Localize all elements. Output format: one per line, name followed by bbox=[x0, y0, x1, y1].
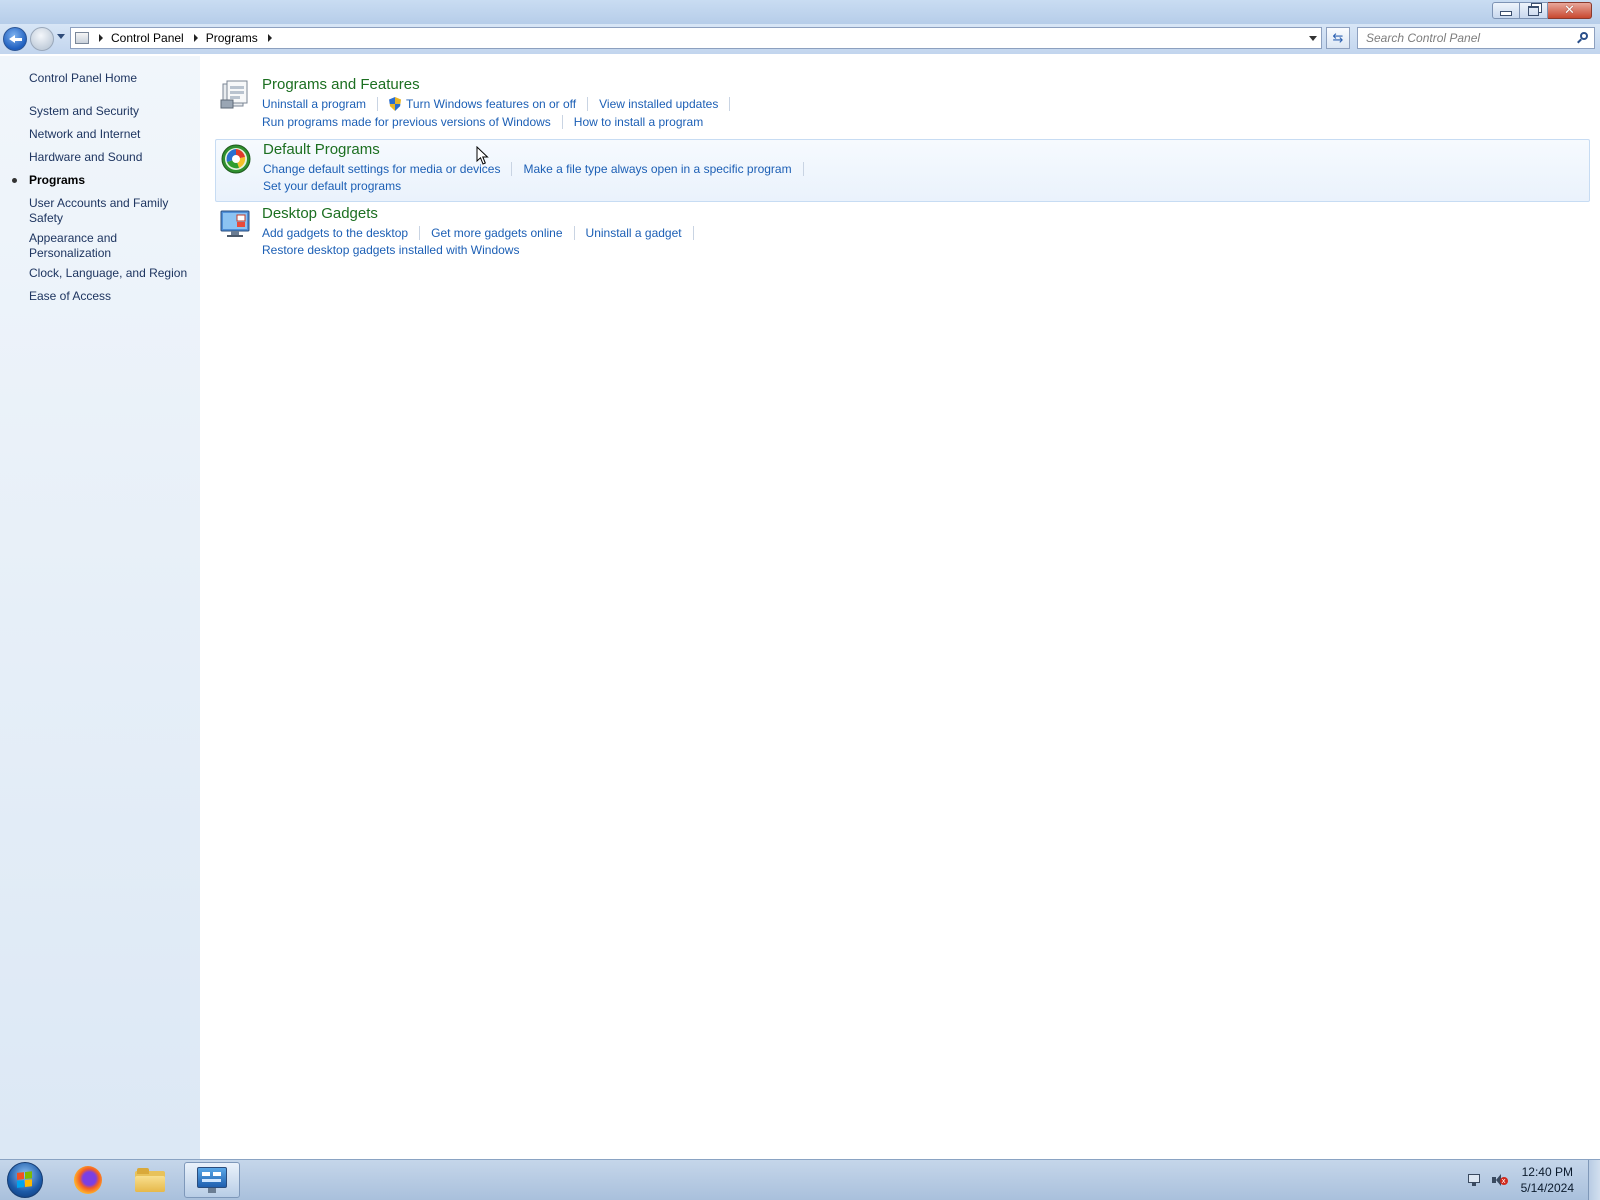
link-row: Uninstall a program Turn Windows feature… bbox=[262, 97, 741, 111]
sidebar-item-control-panel-home[interactable]: Control Panel Home bbox=[29, 71, 194, 86]
link-row: Restore desktop gadgets installed with W… bbox=[262, 243, 519, 257]
add-gadgets-link[interactable]: Add gadgets to the desktop bbox=[262, 226, 408, 240]
uninstall-gadget-link[interactable]: Uninstall a gadget bbox=[586, 226, 682, 240]
navigation-bar: Control Panel Programs ⇆ bbox=[0, 24, 1600, 54]
link-separator bbox=[692, 226, 694, 240]
control-panel-icon bbox=[197, 1167, 227, 1193]
taskbar-file-explorer[interactable] bbox=[122, 1162, 178, 1198]
title-bar: ✕ bbox=[0, 0, 1600, 24]
control-panel-icon bbox=[75, 32, 89, 44]
sidebar-item-user-accounts[interactable]: User Accounts and Family Safety bbox=[29, 196, 169, 226]
close-icon: ✕ bbox=[1564, 3, 1575, 18]
search-input[interactable] bbox=[1364, 30, 1573, 46]
back-button[interactable] bbox=[3, 27, 27, 51]
category-title-programs-features[interactable]: Programs and Features bbox=[262, 76, 420, 93]
category-desktop-gadgets: Desktop Gadgets Add gadgets to the deskt… bbox=[215, 203, 1590, 265]
close-button[interactable]: ✕ bbox=[1548, 2, 1592, 19]
start-button[interactable] bbox=[7, 1162, 43, 1198]
change-default-media-link[interactable]: Change default settings for media or dev… bbox=[263, 162, 500, 176]
volume-muted-icon[interactable]: x bbox=[1491, 1172, 1508, 1188]
file-type-association-link[interactable]: Make a file type always open in a specif… bbox=[523, 162, 791, 176]
main-content: Programs and Features Uninstall a progra… bbox=[200, 56, 1600, 1159]
taskbar: x 12:40 PM 5/14/2024 bbox=[0, 1159, 1600, 1200]
link-separator bbox=[419, 226, 421, 240]
clock[interactable]: 12:40 PM 5/14/2024 bbox=[1521, 1164, 1574, 1196]
search-icon[interactable] bbox=[1580, 32, 1588, 40]
mouse-pointer-icon bbox=[476, 146, 489, 165]
category-title-desktop-gadgets[interactable]: Desktop Gadgets bbox=[262, 205, 378, 222]
category-programs-features: Programs and Features Uninstall a progra… bbox=[215, 74, 1590, 136]
clock-date: 5/14/2024 bbox=[1520, 1181, 1574, 1195]
forward-button[interactable] bbox=[30, 27, 54, 51]
link-separator bbox=[573, 226, 575, 240]
windows-logo-icon bbox=[17, 1171, 33, 1189]
link-row: Run programs made for previous versions … bbox=[262, 115, 703, 129]
refresh-button[interactable]: ⇆ bbox=[1326, 27, 1350, 49]
show-desktop-button[interactable] bbox=[1588, 1160, 1600, 1200]
compatibility-link[interactable]: Run programs made for previous versions … bbox=[262, 115, 551, 129]
restore-icon bbox=[1528, 5, 1539, 16]
breadcrumb-control-panel[interactable]: Control Panel bbox=[111, 31, 184, 45]
left-pane: Control Panel Home System and Security N… bbox=[0, 56, 200, 1159]
sidebar-item-clock-language-region[interactable]: Clock, Language, and Region bbox=[29, 266, 194, 281]
sidebar-item-network-internet[interactable]: Network and Internet bbox=[29, 127, 194, 142]
firefox-icon bbox=[74, 1166, 102, 1194]
default-programs-icon bbox=[221, 144, 251, 174]
link-separator bbox=[377, 97, 379, 111]
sidebar-item-ease-of-access[interactable]: Ease of Access bbox=[29, 289, 194, 304]
sidebar-item-hardware-sound[interactable]: Hardware and Sound bbox=[29, 150, 194, 165]
address-bar[interactable]: Control Panel Programs bbox=[70, 27, 1322, 49]
system-tray: x 12:40 PM 5/14/2024 bbox=[1467, 1160, 1600, 1200]
how-to-install-link[interactable]: How to install a program bbox=[574, 115, 703, 129]
category-default-programs: Default Programs Change default settings… bbox=[215, 139, 1590, 202]
more-gadgets-online-link[interactable]: Get more gadgets online bbox=[431, 226, 562, 240]
breadcrumb-arrow-icon[interactable] bbox=[99, 34, 103, 42]
breadcrumb-arrow-icon[interactable] bbox=[267, 34, 272, 42]
category-title-default-programs[interactable]: Default Programs bbox=[263, 141, 380, 158]
desktop-gadgets-icon bbox=[220, 210, 250, 237]
link-separator bbox=[587, 97, 589, 111]
clock-time: 12:40 PM bbox=[1521, 1165, 1573, 1179]
breadcrumb-programs[interactable]: Programs bbox=[206, 31, 258, 45]
uninstall-program-link[interactable]: Uninstall a program bbox=[262, 97, 366, 111]
address-dropdown-icon[interactable] bbox=[1309, 36, 1317, 41]
link-row: Change default settings for media or dev… bbox=[263, 162, 815, 176]
uac-shield-icon bbox=[389, 97, 402, 111]
network-icon[interactable] bbox=[1467, 1172, 1483, 1188]
link-separator bbox=[729, 97, 731, 111]
sidebar-item-programs[interactable]: Programs bbox=[29, 173, 194, 188]
sidebar-item-appearance[interactable]: Appearance and Personalization bbox=[29, 231, 129, 261]
restore-button[interactable] bbox=[1520, 2, 1548, 19]
link-row: Add gadgets to the desktop Get more gadg… bbox=[262, 226, 705, 240]
link-separator bbox=[802, 162, 804, 176]
search-box[interactable] bbox=[1357, 27, 1595, 49]
window-controls: ✕ bbox=[1492, 2, 1592, 19]
file-explorer-icon bbox=[135, 1168, 165, 1192]
installed-updates-link[interactable]: View installed updates bbox=[599, 97, 718, 111]
current-page-bullet bbox=[12, 178, 17, 183]
link-separator bbox=[561, 115, 563, 129]
link-separator bbox=[511, 162, 513, 176]
link-row: Set your default programs bbox=[263, 179, 401, 193]
recent-pages-dropdown-icon[interactable] bbox=[57, 34, 65, 39]
set-default-programs-link[interactable]: Set your default programs bbox=[263, 179, 401, 193]
refresh-icon: ⇆ bbox=[1332, 30, 1344, 46]
breadcrumb-arrow-icon[interactable] bbox=[193, 34, 198, 42]
sidebar-item-system-security[interactable]: System and Security bbox=[29, 104, 194, 119]
taskbar-control-panel[interactable] bbox=[184, 1162, 240, 1198]
programs-features-icon bbox=[220, 80, 248, 109]
windows-features-link[interactable]: Turn Windows features on or off bbox=[406, 97, 576, 111]
taskbar-firefox[interactable] bbox=[60, 1162, 116, 1198]
minimize-icon bbox=[1500, 11, 1512, 16]
restore-gadgets-link[interactable]: Restore desktop gadgets installed with W… bbox=[262, 243, 519, 257]
minimize-button[interactable] bbox=[1492, 2, 1520, 19]
